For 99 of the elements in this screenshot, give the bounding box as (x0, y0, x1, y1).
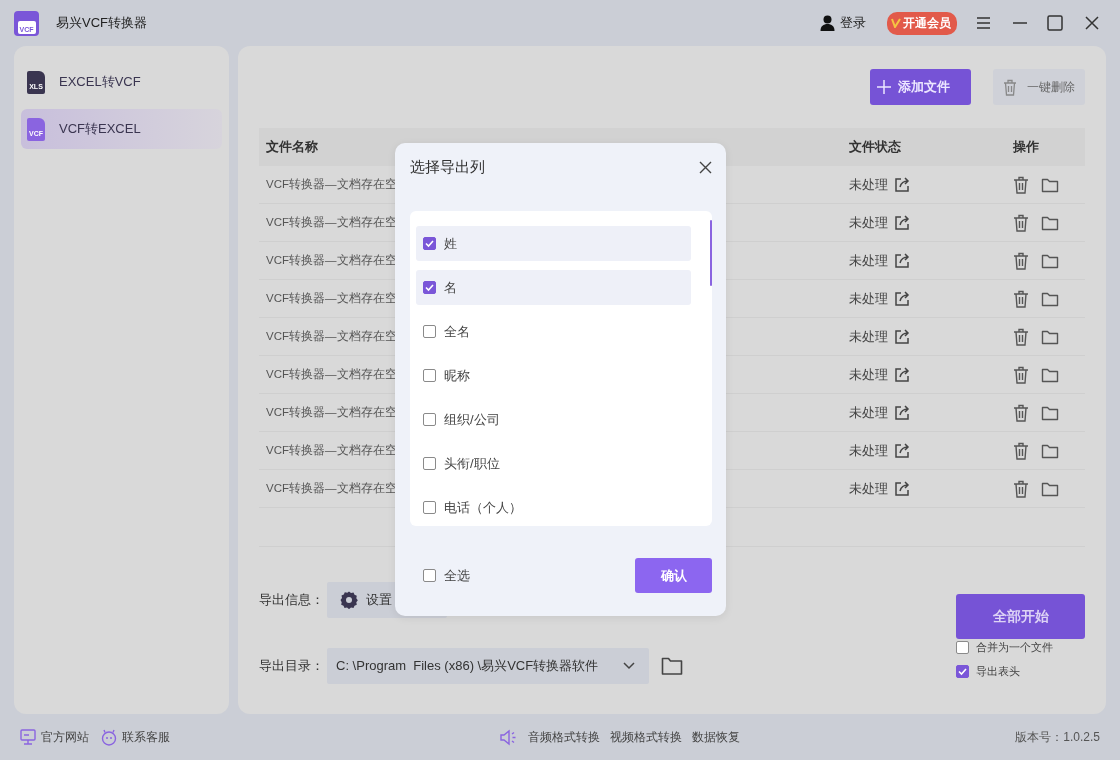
checkbox-label: 全选 (444, 566, 470, 585)
footer-link[interactable]: 联系客服 (122, 728, 170, 746)
column-option[interactable]: 组织/公司 (416, 402, 691, 437)
file-status: 未处理 (849, 175, 888, 194)
column-header: 文件状态 (849, 138, 902, 156)
option-label: 昵称 (444, 366, 470, 385)
trash-icon[interactable] (1013, 213, 1029, 232)
trash-icon[interactable] (1013, 251, 1029, 270)
folder-icon[interactable] (1041, 404, 1059, 421)
checkbox-label: 合并为一个文件 (976, 639, 1053, 655)
maximize-icon[interactable] (1047, 15, 1063, 31)
checkbox[interactable] (423, 369, 436, 382)
close-icon[interactable] (1085, 16, 1099, 30)
column-option[interactable]: 电话（个人） (416, 490, 691, 525)
column-option[interactable]: 姓 (416, 226, 691, 261)
checkbox[interactable] (956, 640, 969, 654)
column-option[interactable]: 头衔/职位 (416, 446, 691, 481)
check-icon (424, 282, 435, 293)
column-option[interactable]: 名 (416, 270, 691, 305)
export-icon[interactable] (894, 480, 910, 497)
folder-icon[interactable] (1041, 328, 1059, 345)
export-icon[interactable] (894, 366, 910, 383)
checkbox[interactable] (423, 281, 436, 294)
option-label: 头衔/职位 (444, 454, 500, 473)
checkbox[interactable] (423, 457, 436, 470)
file-status: 未处理 (849, 251, 888, 270)
option-label: 名 (444, 278, 457, 297)
file-status: 未处理 (849, 403, 888, 422)
plus-icon (876, 79, 892, 95)
user-icon (820, 15, 835, 31)
footer-link[interactable]: 音频格式转换 (528, 728, 601, 746)
column-option[interactable]: 昵称 (416, 358, 691, 393)
option-label: 组织/公司 (444, 410, 500, 429)
dialog-title: 选择导出列 (410, 157, 485, 177)
checkbox-label: 导出表头 (976, 663, 1020, 679)
export-icon[interactable] (894, 404, 910, 421)
speaker-icon (500, 728, 519, 746)
folder-icon[interactable] (1041, 480, 1059, 497)
folder-icon[interactable] (1041, 252, 1059, 269)
delete-all-button[interactable]: 一键删除 (993, 69, 1085, 105)
export-icon[interactable] (894, 252, 910, 269)
option-label: 电话（个人） (444, 498, 522, 517)
start-all-button[interactable]: 全部开始 (956, 594, 1085, 639)
file-status: 未处理 (849, 365, 888, 384)
login-link[interactable]: 登录 (820, 14, 866, 32)
folder-icon[interactable] (1041, 176, 1059, 193)
monitor-icon (20, 729, 36, 745)
export-icon[interactable] (894, 176, 910, 193)
export-icon[interactable] (894, 442, 910, 459)
file-status: 未处理 (849, 213, 888, 232)
footer-link[interactable]: 官方网站 (41, 728, 89, 746)
confirm-button[interactable]: 确认 (635, 558, 712, 593)
folder-icon[interactable] (1041, 290, 1059, 307)
trash-icon[interactable] (1013, 403, 1029, 422)
directory-dropdown[interactable]: C: \Program Files (x86) \易兴VCF转换器软件 (327, 648, 649, 684)
checkbox[interactable] (423, 325, 436, 338)
field-label: 导出目录： (259, 657, 325, 675)
trash-icon[interactable] (1013, 441, 1029, 460)
export-icon[interactable] (894, 290, 910, 307)
file-status: 未处理 (849, 441, 888, 460)
folder-icon[interactable] (1041, 442, 1059, 459)
option-label: 全名 (444, 322, 470, 341)
folder-icon[interactable] (661, 656, 683, 676)
checkbox[interactable] (423, 413, 436, 426)
column-header: 操作 (1013, 138, 1040, 156)
checkbox[interactable] (423, 501, 436, 514)
column-option[interactable]: 全名 (416, 314, 691, 349)
add-file-button[interactable]: 添加文件 (870, 69, 971, 105)
trash-icon[interactable] (1013, 175, 1029, 194)
trash-icon[interactable] (1013, 479, 1029, 498)
folder-icon[interactable] (1041, 214, 1059, 231)
close-icon[interactable] (699, 160, 712, 174)
trash-icon[interactable] (1013, 289, 1029, 308)
checkbox[interactable] (956, 664, 969, 678)
window-title: 易兴VCF转换器 (56, 14, 147, 32)
column-header: 文件名称 (266, 138, 319, 156)
check-icon (424, 238, 435, 249)
smiley-icon (101, 728, 117, 746)
checkbox[interactable] (423, 569, 436, 582)
file-status: 未处理 (849, 479, 888, 498)
trash-icon[interactable] (1013, 327, 1029, 346)
trash-icon[interactable] (1013, 365, 1029, 384)
vip-badge[interactable]: 开通会员 (887, 11, 957, 35)
trash-icon (1003, 78, 1017, 96)
menu-icon[interactable] (977, 17, 990, 29)
chevron-down-icon (623, 662, 635, 670)
footer-link[interactable]: 视频格式转换 (610, 728, 683, 746)
folder-icon[interactable] (1041, 366, 1059, 383)
scrollbar-thumb[interactable] (710, 220, 712, 286)
field-label: 导出信息： (259, 591, 325, 609)
file-status: 未处理 (849, 327, 888, 346)
option-label: 姓 (444, 234, 457, 253)
checkbox[interactable] (423, 237, 436, 250)
version-text: 版本号：1.0.2.5 (1015, 728, 1100, 746)
export-icon[interactable] (894, 214, 910, 231)
footer-link[interactable]: 数据恢复 (692, 728, 741, 746)
gear-icon (340, 591, 358, 609)
export-icon[interactable] (894, 328, 910, 345)
file-status: 未处理 (849, 289, 888, 308)
